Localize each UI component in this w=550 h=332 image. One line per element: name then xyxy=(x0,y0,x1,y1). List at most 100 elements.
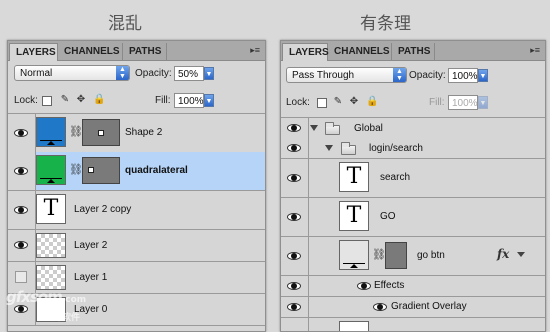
lock-row: Lock: ✎ ✥ 🔒 Fill: 100% ▼ xyxy=(8,92,265,110)
heading-messy: 混乱 xyxy=(108,14,142,34)
visibility-eye-icon[interactable] xyxy=(287,303,301,311)
visibility-eye-icon[interactable] xyxy=(287,124,301,132)
layer-thumbnail xyxy=(339,240,369,270)
vector-mask-thumbnail xyxy=(82,157,120,184)
visibility-eye-icon[interactable] xyxy=(287,282,301,290)
layer-row-quadralateral[interactable]: ⛓ quadralateral xyxy=(8,152,265,191)
lock-all-icon[interactable]: 🔒 xyxy=(366,97,378,107)
opacity-input[interactable]: 50% xyxy=(174,66,204,81)
opacity-input[interactable]: 100% xyxy=(448,68,478,83)
blend-row: Pass Through ▲ ▼ Opacity: 100% ▼ xyxy=(281,67,545,85)
blend-mode-value: Pass Through xyxy=(292,70,355,81)
visibility-eye-icon[interactable] xyxy=(14,129,28,137)
tab-channels[interactable]: CHANNELS xyxy=(328,43,392,60)
visibility-eye-icon[interactable] xyxy=(14,206,28,214)
lock-all-icon[interactable]: 🔒 xyxy=(93,95,105,105)
layer-name: search xyxy=(380,172,411,183)
layer-thumbnail xyxy=(36,117,66,147)
group-row-global[interactable]: Global xyxy=(281,117,545,139)
tab-layers[interactable]: LAYERS xyxy=(9,43,58,61)
text-layer-thumbnail: T xyxy=(339,162,369,192)
group-name: Global xyxy=(354,123,383,134)
opacity-label: Opacity: xyxy=(409,70,446,81)
panel-tabs: LAYERS CHANNELS PATHS ▸≡ xyxy=(8,41,265,61)
fill-input: 100% xyxy=(448,95,478,110)
layer-name: Layer 2 xyxy=(74,240,108,251)
fill-label: Fill: xyxy=(155,95,171,106)
visibility-eye-icon[interactable] xyxy=(287,252,301,260)
blend-row: Normal ▲ ▼ Opacity: 50% ▼ xyxy=(8,65,265,83)
tab-channels[interactable]: CHANNELS xyxy=(58,43,123,60)
effect-name: Gradient Overlay xyxy=(391,301,467,312)
updown-arrows-icon: ▲ ▼ xyxy=(116,66,129,80)
lock-move-icon[interactable]: ✥ xyxy=(76,95,86,105)
layer-thumbnail xyxy=(36,233,66,258)
effects-label: Effects xyxy=(374,280,405,291)
link-chain-icon: ⛓ xyxy=(69,126,83,138)
fill-dropdown-icon: ▼ xyxy=(478,96,488,109)
layer-name: go btn xyxy=(417,250,445,261)
fill-input[interactable]: 100% xyxy=(174,93,204,108)
lock-brush-icon[interactable]: ✎ xyxy=(333,97,343,107)
tab-paths[interactable]: PATHS xyxy=(392,43,435,60)
visibility-eye-icon[interactable] xyxy=(287,174,301,182)
effect-row-gradient-overlay[interactable]: Gradient Overlay xyxy=(281,297,545,318)
panel-menu-icon[interactable]: ▸≡ xyxy=(530,45,540,56)
folder-icon xyxy=(341,142,356,155)
layer-thumbnail xyxy=(339,321,369,331)
visibility-toggle-empty[interactable] xyxy=(15,271,27,283)
layer-name: Layer 1 xyxy=(74,272,108,283)
expand-triangle-icon[interactable] xyxy=(325,145,333,151)
visibility-eye-icon[interactable] xyxy=(287,213,301,221)
opacity-dropdown-icon[interactable]: ▼ xyxy=(478,69,488,82)
blend-mode-select[interactable]: Pass Through ▲ ▼ xyxy=(286,67,407,83)
layers-panel-organized: LAYERS CHANNELS PATHS ▸≡ Pass Through ▲ ▼… xyxy=(280,40,546,332)
lock-transparent-icon[interactable] xyxy=(317,98,327,108)
tab-paths[interactable]: PATHS xyxy=(123,43,167,60)
panel-menu-icon[interactable]: ▸≡ xyxy=(250,45,260,56)
blend-mode-select[interactable]: Normal ▲ ▼ xyxy=(14,65,130,81)
layer-row-partial[interactable] xyxy=(281,318,545,331)
expand-triangle-icon[interactable] xyxy=(310,125,318,131)
layer-row-layer-2[interactable]: Layer 2 xyxy=(8,230,265,262)
group-name: login/search xyxy=(369,143,423,154)
text-layer-thumbnail: T xyxy=(36,194,66,224)
lock-label: Lock: xyxy=(286,97,310,108)
group-row-login-search[interactable]: login/search xyxy=(281,138,545,159)
fx-icon[interactable]: fx xyxy=(497,247,509,261)
effect-eye-icon[interactable] xyxy=(373,303,387,311)
opacity-label: Opacity: xyxy=(135,68,172,79)
tab-layers[interactable]: LAYERS xyxy=(282,43,329,61)
lock-row: Lock: ✎ ✥ 🔒 Fill: 100% ▼ xyxy=(281,94,545,112)
folder-icon xyxy=(325,122,340,135)
lock-transparent-icon[interactable] xyxy=(42,96,52,106)
panel-tabs: LAYERS CHANNELS PATHS ▸≡ xyxy=(281,41,545,61)
layer-name: Shape 2 xyxy=(125,127,163,138)
layer-name: Layer 2 copy xyxy=(74,204,132,215)
layer-row-go-btn[interactable]: ⛓ go btn fx xyxy=(281,237,545,276)
visibility-eye-icon[interactable] xyxy=(287,144,301,152)
fill-dropdown-icon[interactable]: ▼ xyxy=(204,94,214,107)
layer-row-search[interactable]: T search xyxy=(281,159,545,198)
layer-row-go[interactable]: T GO xyxy=(281,198,545,237)
link-chain-icon: ⛓ xyxy=(69,164,83,176)
opacity-dropdown-icon[interactable]: ▼ xyxy=(204,67,214,80)
lock-brush-icon[interactable]: ✎ xyxy=(60,95,70,105)
vector-mask-thumbnail xyxy=(385,242,407,269)
link-chain-icon: ⛓ xyxy=(372,249,386,261)
visibility-eye-icon[interactable] xyxy=(14,167,28,175)
expand-triangle-icon[interactable] xyxy=(517,252,525,257)
updown-arrows-icon: ▲ ▼ xyxy=(393,68,406,82)
visibility-eye-icon[interactable] xyxy=(14,241,28,249)
layer-thumbnail xyxy=(36,265,66,290)
layer-row-layer-2-copy[interactable]: T Layer 2 copy xyxy=(8,191,265,230)
lock-label: Lock: xyxy=(14,95,38,106)
layer-row-shape-2[interactable]: ⛓ Shape 2 xyxy=(8,113,265,153)
fill-label: Fill: xyxy=(429,97,445,108)
layer-thumbnail xyxy=(36,155,66,185)
lock-move-icon[interactable]: ✥ xyxy=(349,97,359,107)
effects-eye-icon[interactable] xyxy=(357,282,371,290)
effects-row[interactable]: Effects xyxy=(281,276,545,297)
layer-name: GO xyxy=(380,211,396,222)
blend-mode-value: Normal xyxy=(20,68,53,79)
